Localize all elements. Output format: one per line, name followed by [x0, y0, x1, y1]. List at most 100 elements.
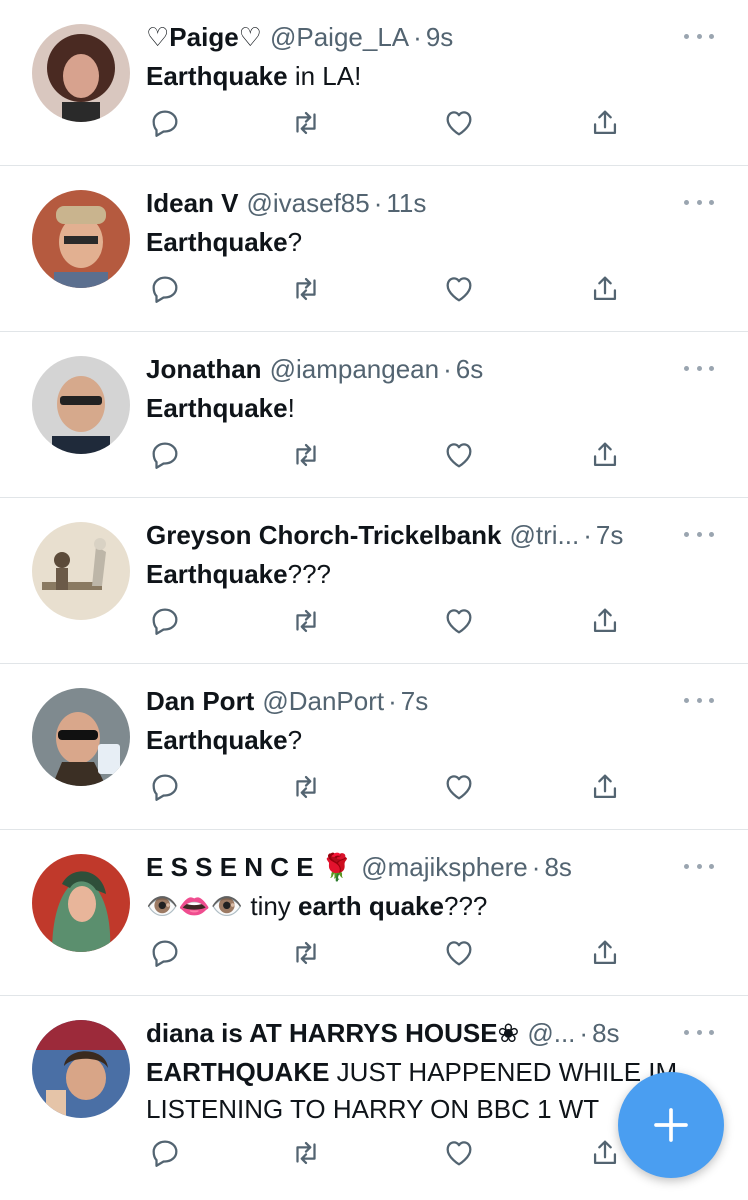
tweet[interactable]: Idean V @ivasef85 · 11s Earthquake?	[0, 166, 748, 332]
retweet-icon[interactable]	[289, 272, 323, 306]
display-name[interactable]: Jonathan	[146, 354, 262, 384]
avatar[interactable]	[32, 24, 130, 122]
separator: ·	[579, 1018, 589, 1048]
username[interactable]: @tri...	[509, 520, 579, 550]
username[interactable]: @DanPort	[262, 686, 384, 716]
reply-icon[interactable]	[148, 936, 182, 970]
more-icon[interactable]	[684, 196, 714, 208]
tweet[interactable]: Dan Port @DanPort · 7s Earthquake?	[0, 664, 748, 830]
reply-icon[interactable]	[148, 106, 182, 140]
separator: ·	[388, 686, 397, 716]
like-icon[interactable]	[442, 1136, 476, 1170]
tweet[interactable]: ♡Paige♡ @Paige_LA · 9s Earthquake in LA!	[0, 0, 748, 166]
tweet-text: Earthquake???	[146, 556, 716, 593]
tweet-text: Earthquake?	[146, 722, 716, 759]
username[interactable]: @majiksphere	[361, 852, 528, 882]
tweet-header: Dan Port @DanPort · 7s	[146, 682, 666, 720]
share-icon[interactable]	[588, 604, 622, 638]
tweet[interactable]: Greyson Chorch-Trickelbank @tri... · 7s Ear…	[0, 498, 748, 664]
like-icon[interactable]	[442, 604, 476, 638]
tweet-header: Greyson Chorch-Trickelbank @tri... · 7s	[146, 516, 666, 554]
retweet-icon[interactable]	[289, 936, 323, 970]
highlight-term: Earthquake	[146, 725, 288, 755]
reply-icon[interactable]	[148, 604, 182, 638]
more-icon[interactable]	[684, 694, 714, 706]
like-icon[interactable]	[442, 936, 476, 970]
highlight-term: earth quake	[298, 891, 444, 921]
share-icon[interactable]	[588, 438, 622, 472]
avatar[interactable]	[32, 1020, 130, 1118]
retweet-icon[interactable]	[289, 770, 323, 804]
text-rest: in LA!	[287, 61, 362, 91]
more-icon[interactable]	[684, 1026, 714, 1038]
retweet-icon[interactable]	[289, 106, 323, 140]
tweet-actions	[146, 604, 636, 640]
share-icon[interactable]	[588, 272, 622, 306]
more-icon[interactable]	[684, 860, 714, 872]
share-icon[interactable]	[588, 936, 622, 970]
tweet-actions	[146, 106, 636, 142]
display-name[interactable]: diana is AT HARRYS HOUSE❀	[146, 1018, 519, 1048]
avatar[interactable]	[32, 522, 130, 620]
highlight-term: Earthquake	[146, 227, 288, 257]
reply-icon[interactable]	[148, 272, 182, 306]
avatar[interactable]	[32, 190, 130, 288]
tweet-header: diana is AT HARRYS HOUSE❀ @... · 8s	[146, 1014, 666, 1052]
timestamp[interactable]: 8s	[544, 852, 571, 882]
tweet-actions	[146, 936, 636, 972]
reply-icon[interactable]	[148, 770, 182, 804]
reply-icon[interactable]	[148, 1136, 182, 1170]
tweet[interactable]: E S S E N C E 🌹 @majiksphere · 8s 👁️👄👁️ tin…	[0, 830, 748, 996]
timestamp[interactable]: 11s	[386, 188, 426, 218]
like-icon[interactable]	[442, 272, 476, 306]
tweet-actions	[146, 438, 636, 474]
username[interactable]: @Paige_LA	[270, 22, 409, 52]
more-icon[interactable]	[684, 362, 714, 374]
compose-plus-icon	[654, 1108, 688, 1142]
tweet-text: 👁️👄👁️ tiny earth quake???	[146, 888, 716, 925]
timestamp[interactable]: 7s	[596, 520, 623, 550]
highlight-term: EARTHQUAKE	[146, 1057, 330, 1087]
tweet[interactable]: Jonathan @iampangean · 6s Earthquake!	[0, 332, 748, 498]
highlight-term: Earthquake	[146, 559, 288, 589]
retweet-icon[interactable]	[289, 604, 323, 638]
timestamp[interactable]: 7s	[401, 686, 428, 716]
text-rest: JUST HAPPENED WHILE IM	[329, 1057, 678, 1087]
display-name[interactable]: E S S E N C E 🌹	[146, 852, 353, 882]
share-icon[interactable]	[588, 1136, 622, 1170]
text-prefix: 👁️👄👁️ tiny	[146, 891, 299, 921]
separator: ·	[531, 852, 541, 882]
compose-button[interactable]	[618, 1072, 724, 1178]
timestamp[interactable]: 8s	[592, 1018, 619, 1048]
avatar[interactable]	[32, 688, 130, 786]
tweet-text: Earthquake in LA!	[146, 58, 716, 95]
username[interactable]: @iampangean	[270, 354, 440, 384]
text-rest: ?	[287, 725, 303, 755]
text-rest: ???	[287, 559, 331, 589]
more-icon[interactable]	[684, 30, 714, 42]
avatar[interactable]	[32, 356, 130, 454]
display-name[interactable]: ♡Paige♡	[146, 22, 262, 52]
share-icon[interactable]	[588, 770, 622, 804]
username[interactable]: @ivasef85	[246, 188, 369, 218]
display-name[interactable]: Dan Port	[146, 686, 254, 716]
more-icon[interactable]	[684, 528, 714, 540]
like-icon[interactable]	[442, 770, 476, 804]
avatar[interactable]	[32, 854, 130, 952]
like-icon[interactable]	[442, 106, 476, 140]
retweet-icon[interactable]	[289, 438, 323, 472]
separator: ·	[443, 354, 452, 384]
username[interactable]: @...	[527, 1018, 575, 1048]
display-name[interactable]: Idean V	[146, 188, 238, 218]
retweet-icon[interactable]	[289, 1136, 323, 1170]
timestamp[interactable]: 6s	[456, 354, 483, 384]
separator: ·	[583, 520, 592, 550]
like-icon[interactable]	[442, 438, 476, 472]
share-icon[interactable]	[588, 106, 622, 140]
reply-icon[interactable]	[148, 438, 182, 472]
tweet-header: ♡Paige♡ @Paige_LA · 9s	[146, 18, 666, 56]
timestamp[interactable]: 9s	[426, 22, 453, 52]
tweet-header: E S S E N C E 🌹 @majiksphere · 8s	[146, 848, 666, 886]
tweet-actions	[146, 272, 636, 308]
display-name[interactable]: Greyson Chorch-Trickelbank	[146, 520, 501, 550]
